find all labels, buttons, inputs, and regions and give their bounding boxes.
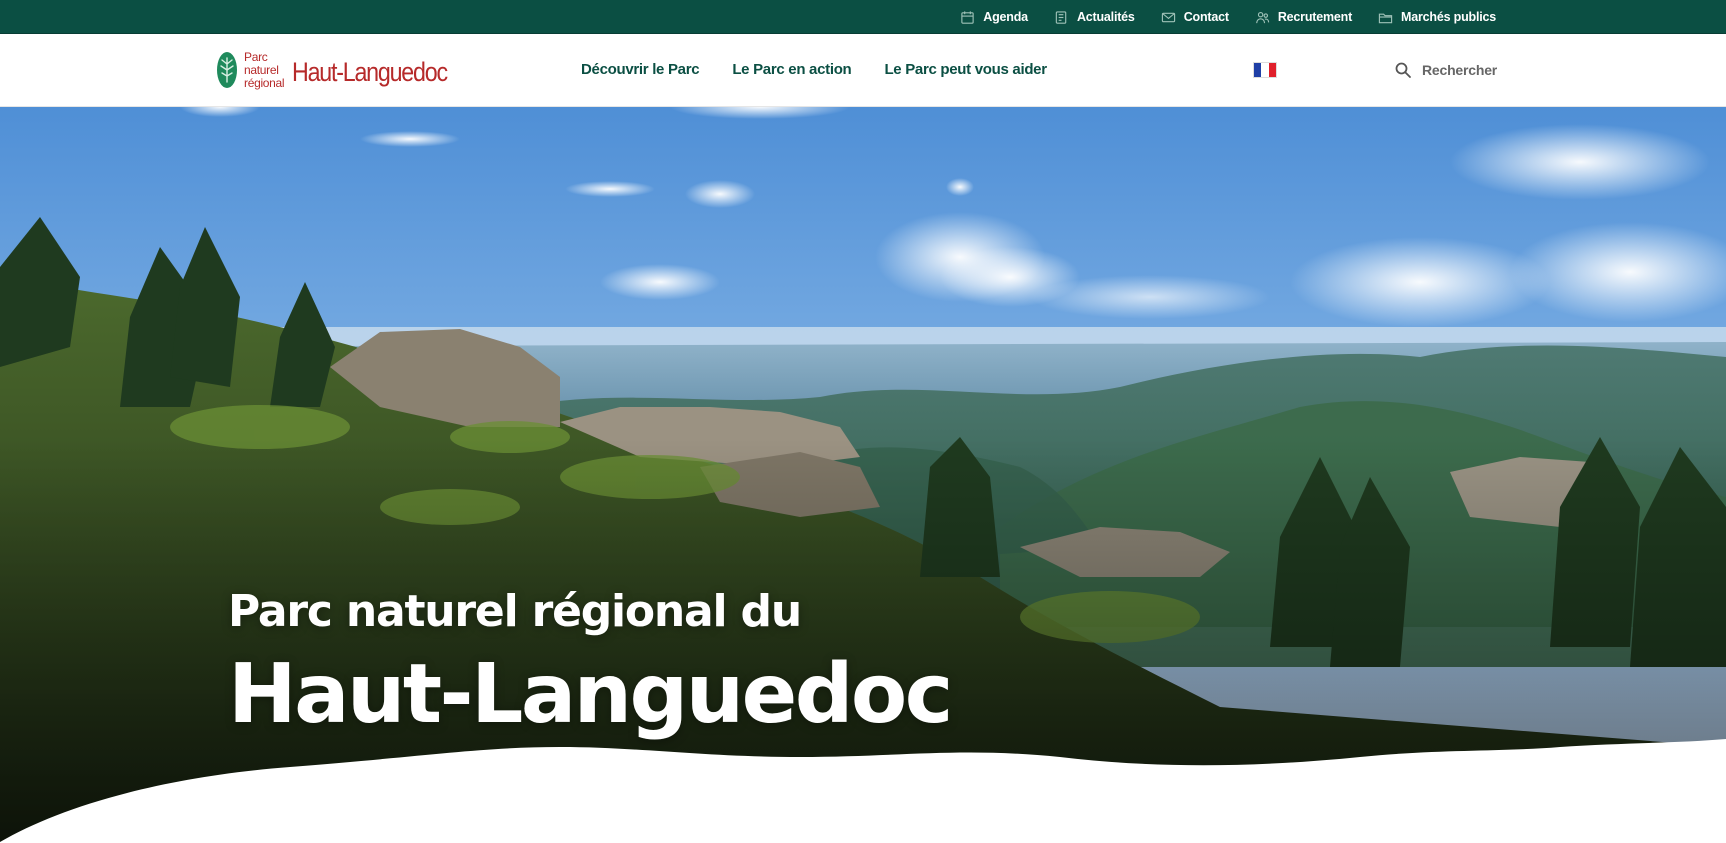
utility-link-label: Actualités: [1076, 10, 1135, 24]
park-emblem-icon: [216, 50, 238, 90]
utility-link-actualites[interactable]: Actualités: [1054, 10, 1135, 25]
search-button[interactable]: Rechercher: [1394, 56, 1497, 84]
news-icon: [1054, 10, 1069, 25]
utility-link-label: Agenda: [983, 10, 1028, 24]
flag-stripe-white: [1261, 63, 1269, 77]
flag-stripe-blue: [1254, 63, 1262, 77]
site-logo[interactable]: Parc naturel régional Haut-Languedoc: [216, 46, 472, 94]
utility-nav: Agenda Actualités Contact Recrutement Ma…: [960, 0, 1496, 34]
utility-link-label: Recrutement: [1277, 10, 1353, 24]
flag-stripe-red: [1268, 63, 1276, 77]
utility-link-recrutement[interactable]: Recrutement: [1255, 10, 1352, 25]
hero-banner: Parc naturel régional du Haut-Languedoc: [0, 107, 1726, 843]
french-flag-icon[interactable]: [1253, 62, 1277, 78]
logo-park-label: Parc naturel régional: [244, 49, 285, 90]
hero-title-line-2: Haut-Languedoc: [228, 647, 953, 742]
hero-title-line-1: Parc naturel régional du: [228, 586, 802, 637]
people-icon: [1255, 10, 1270, 25]
logo-park-name: Haut-Languedoc: [292, 56, 448, 87]
utility-link-agenda[interactable]: Agenda: [960, 10, 1028, 25]
nav-item-decouvrir[interactable]: Découvrir le Parc: [581, 61, 700, 78]
utility-link-label: Marchés publics: [1401, 10, 1496, 24]
envelope-icon: [1161, 10, 1176, 25]
nav-item-peut-vous-aider[interactable]: Le Parc peut vous aider: [884, 61, 1047, 78]
calendar-icon: [960, 10, 975, 25]
site-header: Parc naturel régional Haut-Languedoc Déc…: [0, 34, 1726, 107]
search-icon: [1394, 61, 1412, 79]
nav-item-en-action[interactable]: Le Parc en action: [732, 61, 851, 78]
utility-link-marches-publics[interactable]: Marchés publics: [1378, 10, 1496, 25]
folder-icon: [1378, 10, 1393, 25]
main-nav: Découvrir le Parc Le Parc en action Le P…: [581, 34, 1047, 105]
logo-line-3: régional: [244, 75, 285, 90]
search-label: Rechercher: [1422, 62, 1498, 78]
logo-line-2: naturel: [244, 62, 279, 77]
hero-title: Parc naturel régional du Haut-Languedoc: [228, 585, 953, 745]
top-utility-bar: Agenda Actualités Contact Recrutement Ma…: [0, 0, 1726, 34]
utility-link-contact[interactable]: Contact: [1161, 10, 1229, 25]
logo-line-1: Parc: [244, 49, 268, 64]
utility-link-label: Contact: [1183, 10, 1229, 24]
